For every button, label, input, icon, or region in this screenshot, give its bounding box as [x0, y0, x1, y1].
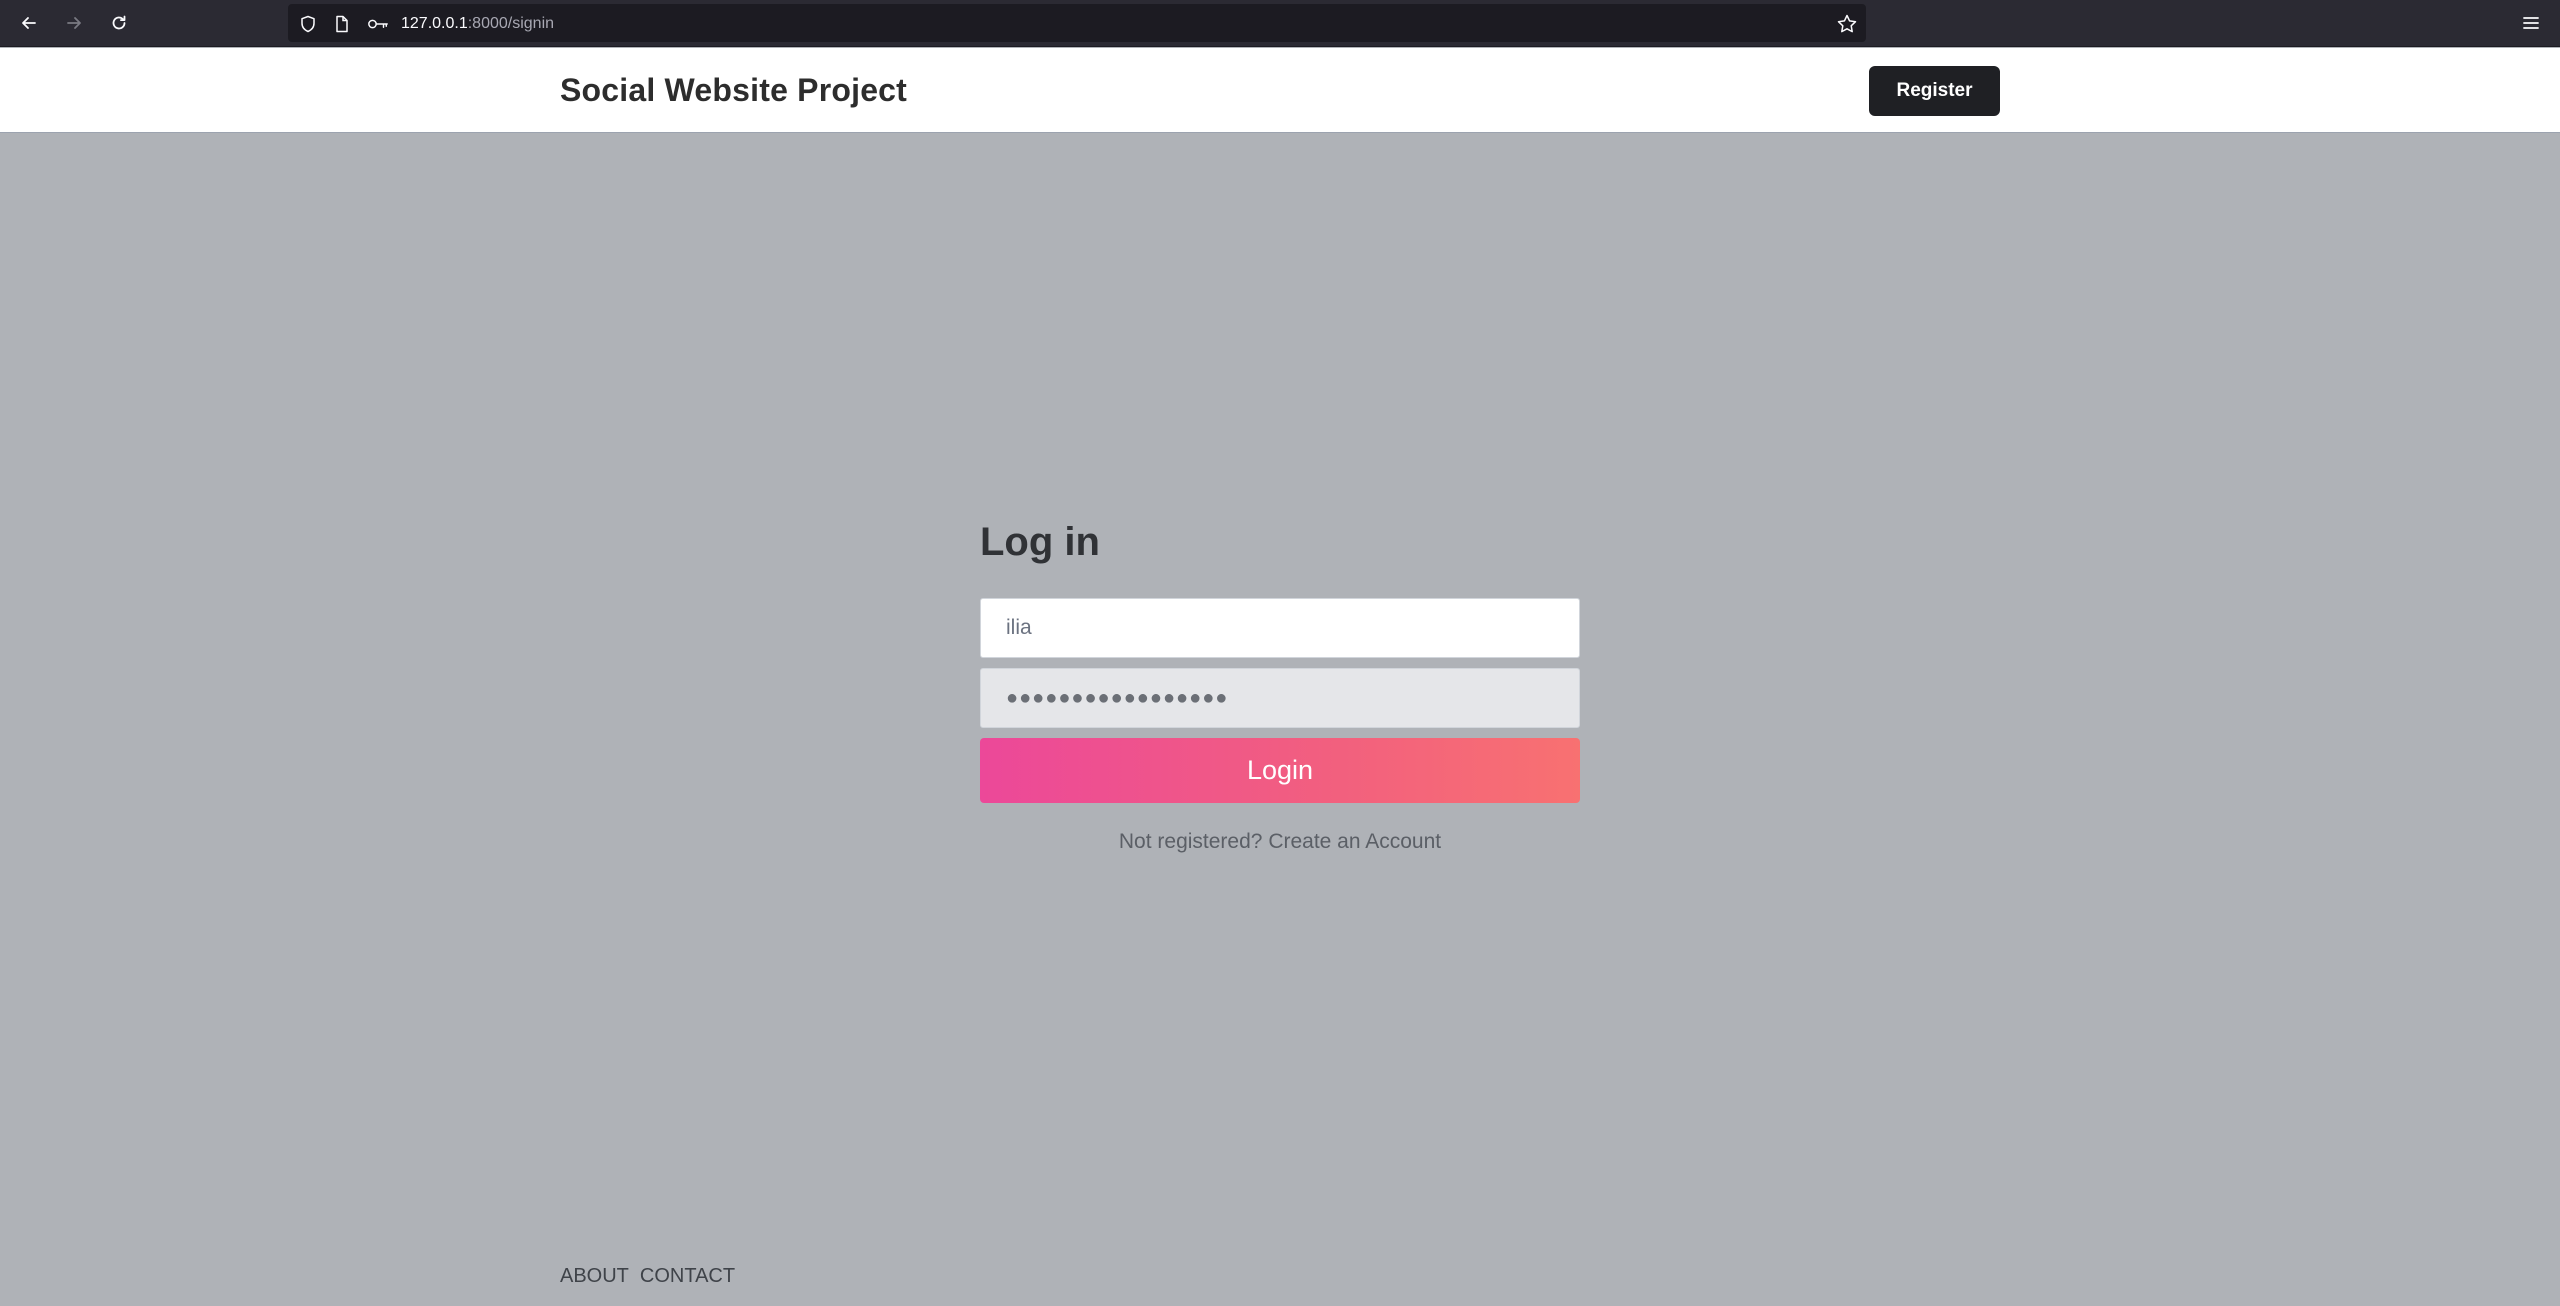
browser-toolbar: 127.0.0.1:8000/signin [0, 0, 2560, 47]
reload-icon [112, 15, 126, 30]
page-icon[interactable] [332, 14, 352, 34]
username-input[interactable] [980, 598, 1580, 658]
register-button[interactable]: Register [1869, 66, 2000, 116]
login-title: Log in [980, 520, 1100, 564]
url-text[interactable]: 127.0.0.1:8000/signin [401, 15, 554, 33]
url-host: 127.0.0.1 [401, 15, 468, 32]
login-button[interactable]: Login [980, 738, 1580, 803]
back-button[interactable] [14, 8, 44, 38]
bookmark-star-icon[interactable] [1836, 13, 1858, 35]
create-account-link[interactable]: Create an Account [1268, 830, 1441, 853]
address-bar[interactable]: 127.0.0.1:8000/signin [288, 4, 1866, 42]
back-arrow-icon [22, 17, 36, 29]
site-footer: ABOUT CONTACT [560, 1265, 735, 1288]
footer-link-about[interactable]: ABOUT [560, 1265, 629, 1288]
site-header: Social Website Project Register [0, 48, 2560, 133]
hamburger-menu-icon[interactable] [2518, 10, 2544, 36]
reload-button[interactable] [104, 8, 134, 38]
key-icon[interactable] [366, 14, 390, 34]
shield-icon[interactable] [298, 14, 318, 34]
footer-link-contact[interactable]: CONTACT [640, 1265, 735, 1288]
forward-arrow-icon [67, 17, 81, 29]
forward-button[interactable] [59, 8, 89, 38]
site-brand[interactable]: Social Website Project [560, 72, 907, 109]
url-path: :8000/signin [467, 15, 555, 32]
password-input[interactable] [980, 668, 1580, 728]
signup-prompt: Not registered? Create an Account [980, 830, 1580, 854]
signup-prefix: Not registered? [1118, 830, 1263, 853]
